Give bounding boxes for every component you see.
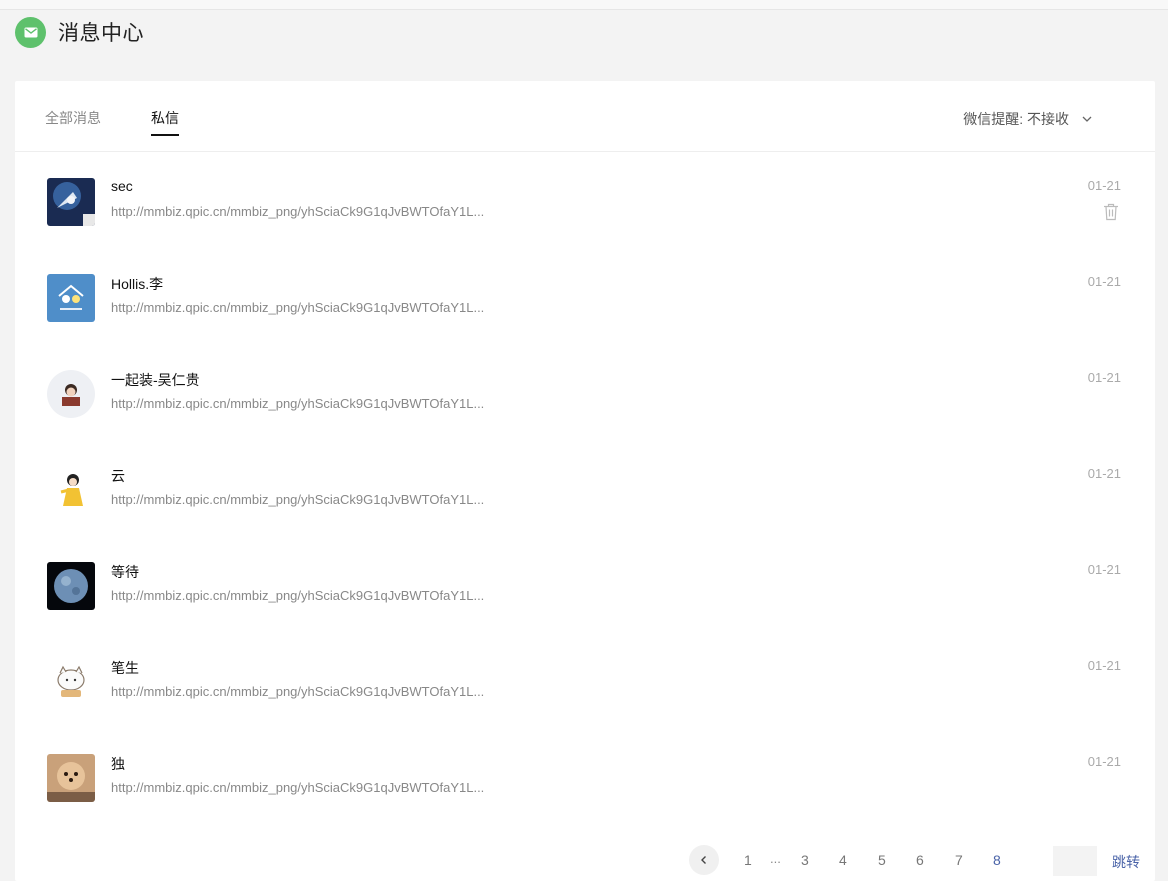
message-date: 01-21 [1087, 466, 1121, 481]
avatar[interactable] [47, 466, 95, 514]
sender-name: Hollis.李 [111, 276, 164, 292]
page-5[interactable]: 5 [878, 852, 886, 868]
avatar[interactable] [47, 562, 95, 610]
avatar[interactable] [47, 370, 95, 418]
mail-icon [15, 16, 46, 48]
tab-private-messages[interactable]: 私信 [151, 108, 179, 136]
page-7[interactable]: 7 [955, 852, 963, 868]
chevron-down-icon [1082, 116, 1092, 122]
message-date: 01-21 [1087, 754, 1121, 769]
message-preview: http://mmbiz.qpic.cn/mmbiz_png/yhSciaCk9… [111, 780, 485, 795]
message-card: 全部消息 私信 微信提醒: 不接收 sec http://mmbiz.qpic.… [15, 81, 1155, 881]
chevron-left-icon [701, 856, 706, 864]
message-item[interactable]: sec http://mmbiz.qpic.cn/mmbiz_png/yhSci… [15, 178, 1155, 274]
sender-name: 笔生 [111, 660, 139, 676]
avatar[interactable] [47, 178, 95, 226]
message-preview: http://mmbiz.qpic.cn/mmbiz_png/yhSciaCk9… [111, 588, 485, 603]
message-preview: http://mmbiz.qpic.cn/mmbiz_png/yhSciaCk9… [111, 492, 485, 507]
avatar[interactable] [47, 658, 95, 706]
page-ellipsis: ... [770, 851, 781, 866]
message-item[interactable]: 一起装-吴仁贵 http://mmbiz.qpic.cn/mmbiz_png/y… [15, 370, 1155, 466]
tab-all-messages[interactable]: 全部消息 [45, 108, 101, 134]
message-preview: http://mmbiz.qpic.cn/mmbiz_png/yhSciaCk9… [111, 204, 485, 219]
message-date: 01-21 [1087, 274, 1121, 289]
message-preview: http://mmbiz.qpic.cn/mmbiz_png/yhSciaCk9… [111, 396, 485, 411]
page-3[interactable]: 3 [801, 852, 809, 868]
page-6[interactable]: 6 [916, 852, 924, 868]
avatar[interactable] [47, 274, 95, 322]
tabs-bar: 全部消息 私信 微信提醒: 不接收 [15, 81, 1155, 152]
wechat-remind-label: 微信提醒: 不接收 [963, 111, 1069, 127]
page-4[interactable]: 4 [839, 852, 847, 868]
message-item[interactable]: 云 http://mmbiz.qpic.cn/mmbiz_png/yhSciaC… [15, 466, 1155, 562]
page-header: 消息中心 [15, 16, 144, 48]
message-item[interactable]: 独 http://mmbiz.qpic.cn/mmbiz_png/yhSciaC… [15, 754, 1155, 850]
page-1[interactable]: 1 [744, 852, 752, 868]
trash-icon[interactable] [1103, 203, 1119, 221]
message-preview: http://mmbiz.qpic.cn/mmbiz_png/yhSciaCk9… [111, 684, 485, 699]
message-item[interactable]: 等待 http://mmbiz.qpic.cn/mmbiz_png/yhScia… [15, 562, 1155, 658]
message-date: 01-21 [1087, 178, 1121, 193]
sender-name: 等待 [111, 564, 139, 580]
message-date: 01-21 [1087, 562, 1121, 577]
message-date: 01-21 [1087, 370, 1121, 385]
pagination: 1 ... 3 4 5 6 7 8 跳转 [15, 845, 1155, 876]
message-item[interactable]: Hollis.李 http://mmbiz.qpic.cn/mmbiz_png/… [15, 274, 1155, 370]
avatar[interactable] [47, 754, 95, 802]
message-item[interactable]: 笔生 http://mmbiz.qpic.cn/mmbiz_png/yhScia… [15, 658, 1155, 754]
sender-name: 一起装-吴仁贵 [111, 372, 200, 388]
sender-name: 独 [111, 756, 125, 772]
message-date: 01-21 [1087, 658, 1121, 673]
top-bar [0, 0, 1168, 10]
page-jump-button[interactable]: 跳转 [1112, 852, 1140, 872]
page-title: 消息中心 [58, 22, 144, 45]
sender-name: 云 [111, 468, 125, 484]
pagination-prev-button[interactable] [689, 845, 719, 875]
message-preview: http://mmbiz.qpic.cn/mmbiz_png/yhSciaCk9… [111, 300, 485, 315]
wechat-remind-dropdown[interactable]: 微信提醒: 不接收 [963, 109, 1093, 129]
page-jump-input[interactable] [1053, 846, 1097, 876]
sender-name: sec [111, 178, 133, 194]
page-8-current[interactable]: 8 [993, 852, 1001, 868]
